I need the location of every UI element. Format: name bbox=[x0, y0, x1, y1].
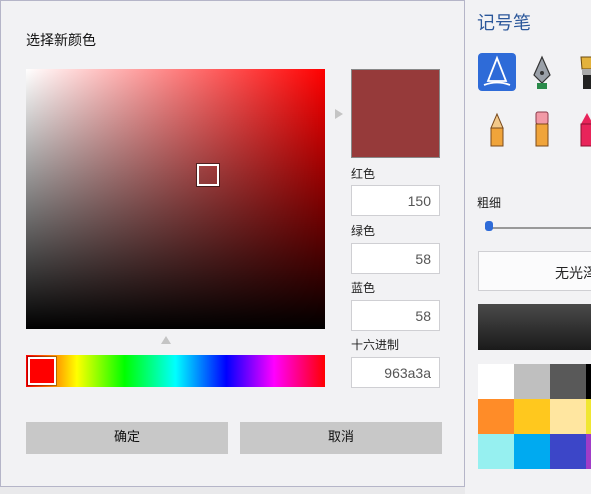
crayon-icon bbox=[580, 113, 591, 147]
hue-slider[interactable] bbox=[26, 355, 325, 387]
calligraphy-pen-button[interactable] bbox=[478, 53, 516, 91]
paint-brush-button[interactable] bbox=[568, 53, 591, 91]
color-preview bbox=[351, 69, 440, 158]
saturation-brightness-picker[interactable] bbox=[26, 69, 325, 329]
swatch[interactable] bbox=[514, 399, 550, 434]
blue-label: 蓝色 bbox=[351, 281, 376, 295]
pencil-icon bbox=[490, 112, 504, 147]
paint-brush-icon bbox=[580, 56, 591, 89]
swatch[interactable] bbox=[478, 399, 514, 434]
swatch[interactable] bbox=[586, 399, 591, 434]
matte-finish-button[interactable]: 无光泽 bbox=[478, 251, 591, 291]
ok-button[interactable]: 确定 bbox=[26, 422, 228, 454]
thickness-slider-track[interactable] bbox=[485, 227, 591, 229]
fountain-pen-icon bbox=[533, 55, 551, 89]
highlighter-button[interactable] bbox=[523, 110, 561, 148]
calligraphy-pen-icon bbox=[483, 55, 511, 86]
hex-label: 十六进制 bbox=[351, 338, 400, 352]
swatch[interactable] bbox=[550, 364, 586, 399]
crayon-button[interactable] bbox=[568, 110, 591, 148]
swatch[interactable] bbox=[550, 434, 586, 469]
red-label: 红色 bbox=[351, 167, 376, 181]
panel-title: 记号笔 bbox=[477, 13, 531, 34]
swatch[interactable] bbox=[586, 434, 591, 469]
screen: 记号笔 粗细 无光 选择新颜色 红色 150 绿色 58 蓝色 58 十六进制 … bbox=[0, 0, 591, 494]
hue-slider-handle[interactable] bbox=[28, 357, 56, 385]
marker-settings-panel: 记号笔 粗细 无光 bbox=[465, 0, 591, 494]
blue-input[interactable] bbox=[351, 300, 440, 331]
thickness-label: 粗细 bbox=[477, 196, 502, 210]
swatch[interactable] bbox=[514, 434, 550, 469]
thickness-slider-thumb[interactable] bbox=[485, 221, 493, 231]
swatch[interactable] bbox=[514, 364, 550, 399]
saturation-brightness-handle[interactable] bbox=[197, 164, 219, 186]
swatch[interactable] bbox=[550, 399, 586, 434]
color-picker-dialog: 选择新颜色 红色 绿色 蓝色 十六进制 确定 取消 bbox=[0, 0, 465, 487]
red-input[interactable] bbox=[351, 185, 440, 216]
swatch[interactable] bbox=[586, 364, 591, 399]
fountain-pen-button[interactable] bbox=[523, 53, 561, 91]
pencil-button[interactable] bbox=[478, 110, 516, 148]
green-label: 绿色 bbox=[351, 224, 376, 238]
hue-indicator-arrow bbox=[161, 336, 171, 344]
preview-arrow bbox=[335, 109, 343, 119]
swatch[interactable] bbox=[478, 364, 514, 399]
cancel-button[interactable]: 取消 bbox=[240, 422, 442, 454]
green-input[interactable] bbox=[351, 243, 440, 274]
hex-input[interactable] bbox=[351, 357, 440, 388]
current-color-bar bbox=[478, 304, 591, 350]
dialog-title: 选择新颜色 bbox=[26, 33, 96, 49]
swatch[interactable] bbox=[478, 434, 514, 469]
eraser-marker-icon bbox=[535, 111, 549, 147]
